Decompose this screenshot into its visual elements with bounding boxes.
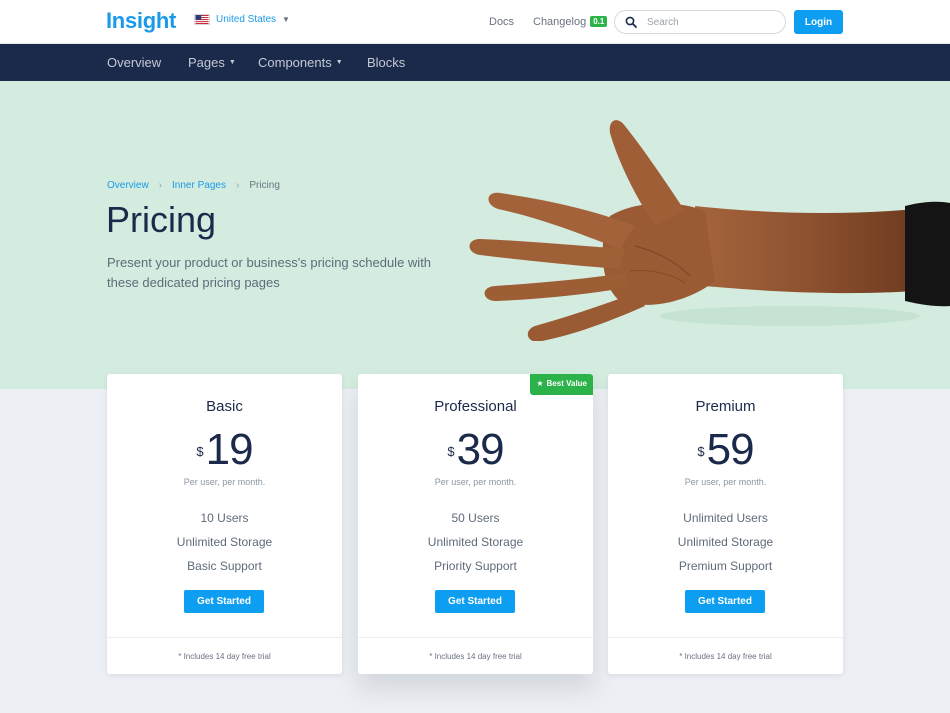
divider — [358, 637, 593, 638]
plan-price: $ 59 — [608, 424, 843, 476]
price-amount: 19 — [205, 425, 254, 474]
trial-note: * Includes 14 day free trial — [178, 652, 271, 661]
caret-down-icon: ▼ — [335, 59, 343, 66]
pricing-card-premium: Premium $ 59 Per user, per month. Unlimi… — [608, 374, 843, 674]
feature-item: Premium Support — [678, 559, 773, 573]
page-description: Present your product or business's prici… — [107, 255, 432, 290]
currency-symbol: $ — [697, 444, 705, 459]
hero-section: Overview › Inner Pages › Pricing Pricing… — [0, 81, 950, 389]
nav-item-label: Components — [258, 55, 332, 70]
chevron-right-icon: › — [235, 180, 240, 191]
price-period: Per user, per month. — [434, 477, 517, 487]
divider — [107, 637, 342, 638]
get-started-button[interactable]: Get Started — [184, 590, 264, 613]
plan-name: Premium — [695, 398, 756, 415]
price-amount: 39 — [456, 425, 505, 474]
version-badge: 0.1 — [590, 16, 608, 27]
feature-item: Unlimited Storage — [176, 535, 273, 549]
breadcrumb-current: Pricing — [249, 180, 280, 191]
trial-note: * Includes 14 day free trial — [429, 652, 522, 661]
changelog-link[interactable]: Changelog 0.1 — [533, 16, 608, 28]
chevron-right-icon: › — [158, 180, 163, 191]
feature-list: 10 Users Unlimited Storage Basic Support — [107, 506, 342, 578]
search-icon — [625, 16, 637, 28]
price-period: Per user, per month. — [183, 477, 266, 487]
caret-down-icon: ▼ — [228, 59, 236, 66]
get-started-button[interactable]: Get Started — [685, 590, 765, 613]
plan-price: $ 39 — [358, 424, 593, 476]
nav-item-overview[interactable]: Overview — [107, 55, 161, 70]
feature-item: 10 Users — [200, 511, 249, 525]
hand-illustration — [469, 120, 950, 341]
country-label: United States — [216, 14, 277, 25]
pricing-card-basic: Basic $ 19 Per user, per month. 10 Users… — [107, 374, 342, 674]
breadcrumb-overview[interactable]: Overview — [107, 180, 149, 191]
nav-item-components[interactable]: Components ▼ — [258, 55, 343, 70]
nav-item-pages[interactable]: Pages ▼ — [188, 55, 236, 70]
caret-down-icon: ▼ — [282, 15, 290, 24]
plan-name: Professional — [434, 398, 517, 415]
us-flag-icon — [194, 14, 210, 25]
feature-item: Priority Support — [434, 559, 517, 573]
plan-name: Basic — [206, 398, 243, 415]
currency-symbol: $ — [447, 444, 455, 459]
login-button[interactable]: Login — [794, 10, 843, 34]
country-selector[interactable]: United States ▼ — [194, 14, 290, 25]
price-amount: 59 — [706, 425, 755, 474]
top-header: Insight United States ▼ Docs Changelog 0.… — [0, 0, 950, 44]
currency-symbol: $ — [196, 444, 204, 459]
page-title: Pricing — [106, 199, 217, 240]
main-navbar: Overview Pages ▼ Components ▼ Blocks — [0, 44, 950, 81]
breadcrumb-inner-pages[interactable]: Inner Pages — [172, 180, 226, 191]
nav-item-label: Pages — [188, 55, 225, 70]
logo[interactable]: Insight — [106, 8, 176, 34]
docs-link[interactable]: Docs — [489, 16, 514, 28]
trial-note: * Includes 14 day free trial — [679, 652, 772, 661]
search-input[interactable] — [647, 16, 777, 28]
price-period: Per user, per month. — [684, 477, 767, 487]
feature-item: Basic Support — [187, 559, 262, 573]
star-icon: ★ — [536, 379, 544, 388]
changelog-label: Changelog — [533, 16, 587, 28]
feature-item: 50 Users — [451, 511, 500, 525]
feature-list: 50 Users Unlimited Storage Priority Supp… — [358, 506, 593, 578]
search-box[interactable] — [614, 10, 786, 34]
breadcrumb: Overview › Inner Pages › Pricing — [107, 180, 280, 191]
nav-item-blocks[interactable]: Blocks — [367, 55, 405, 70]
plan-price: $ 19 — [107, 424, 342, 476]
feature-item: Unlimited Storage — [427, 535, 524, 549]
pricing-card-professional: ★ Best Value Professional $ 39 Per user,… — [358, 374, 593, 674]
best-value-badge: ★ Best Value — [530, 374, 593, 395]
divider — [608, 637, 843, 638]
feature-list: Unlimited Users Unlimited Storage Premiu… — [608, 506, 843, 578]
badge-label: Best Value — [546, 379, 587, 388]
get-started-button[interactable]: Get Started — [435, 590, 515, 613]
feature-item: Unlimited Storage — [677, 535, 774, 549]
nav-item-label: Blocks — [367, 55, 406, 70]
feature-item: Unlimited Users — [683, 511, 768, 525]
nav-item-label: Overview — [107, 55, 162, 70]
